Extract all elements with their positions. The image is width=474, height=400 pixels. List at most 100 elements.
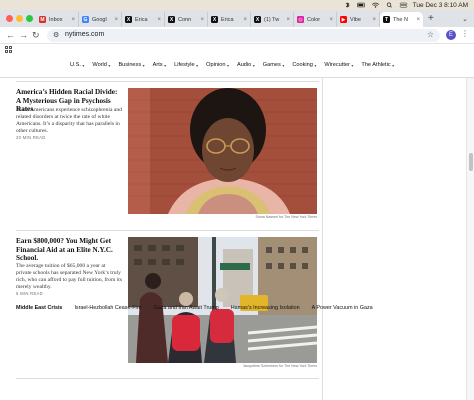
nyt-home-content: America’s Hidden Racial Divide: A Myster… (0, 78, 466, 400)
browser-tab[interactable]: X Erica × (122, 12, 165, 27)
scrollbar-thumb[interactable] (469, 153, 473, 171)
window-maximize-button[interactable] (26, 15, 33, 22)
tab-close-icon[interactable]: × (329, 17, 333, 23)
browser-tab-label: Vibe (350, 16, 361, 23)
nyt-nav-label: Wirecutter (324, 62, 350, 68)
nyt-nav-items: U.S. ▾ World ▾ Business ▾ Arts ▾ Lifestyle ▾ Opini… (70, 62, 394, 68)
chevron-down-icon: ▾ (108, 62, 111, 68)
reload-icon[interactable]: ↻ (32, 30, 40, 40)
bookmark-star-icon[interactable]: ☆ (427, 30, 434, 39)
nyt-nav-label: Arts (152, 62, 163, 68)
section-divider (16, 378, 319, 379)
trending-link[interactable]: Hamas’s Increasing Isolation (231, 305, 300, 311)
bluetooth-icon[interactable] (343, 2, 352, 8)
forward-arrow-icon[interactable]: → (19, 30, 28, 40)
nyt-nav-item[interactable]: Arts ▾ (153, 62, 166, 68)
browser-tab[interactable]: X (1) Tw × (251, 12, 294, 27)
story-photo-portrait[interactable] (128, 88, 317, 214)
new-tab-button[interactable]: + (428, 14, 434, 24)
search-icon[interactable] (385, 2, 394, 8)
tab-close-icon[interactable]: × (114, 17, 118, 23)
tab-close-icon[interactable]: × (200, 17, 204, 23)
tab-search-chevron-icon[interactable]: ⌄ (462, 15, 468, 23)
tab-close-icon[interactable]: × (286, 17, 290, 23)
control-center-icon[interactable] (399, 2, 408, 8)
nyt-section-nav: U.S. ▾ World ▾ Business ▾ Arts ▾ Lifestyle ▾ Opini… (0, 56, 474, 78)
instagram-icon: ◎ (297, 16, 304, 23)
browser-tab-label: Googl (92, 16, 107, 23)
nyt-nav-item[interactable]: U.S. ▾ (70, 62, 84, 68)
trending-link[interactable]: A Power Vacuum in Gaza (312, 305, 373, 311)
apps-grid-icon[interactable] (5, 46, 12, 53)
window-minimize-button[interactable] (16, 15, 23, 22)
window-close-button[interactable] (6, 15, 13, 22)
x-icon: X (125, 16, 132, 23)
menubar-datetime[interactable]: Tue Dec 3 8:10 AM (413, 2, 468, 9)
story-summary[interactable]: The average tuition of $65,000 a year at… (16, 263, 122, 291)
browser-tab[interactable]: M Inbox × (36, 12, 79, 27)
browser-tab-label: Erica (135, 16, 148, 23)
chevron-down-icon: ▾ (82, 62, 85, 68)
google-docs-icon: G (82, 16, 89, 23)
browser-tab-label: Erica (221, 16, 234, 23)
story-summary[interactable]: Black Americans experience schizophrenia… (16, 107, 122, 135)
nyt-icon: T (383, 16, 390, 23)
tab-close-icon[interactable]: × (157, 17, 161, 23)
browser-tab-label: Conn (178, 16, 192, 23)
nyt-nav-item[interactable]: World ▾ (92, 62, 110, 68)
trending-link[interactable]: Gaza and Iran Await Trump (154, 305, 219, 311)
browser-tab-label: Inbox (49, 16, 63, 23)
nyt-nav-label: Audio (236, 62, 252, 68)
x-icon: X (211, 16, 218, 23)
youtube-icon: ▶ (340, 16, 347, 23)
browser-tab[interactable]: G Googl × (79, 12, 122, 27)
section-divider (16, 230, 319, 231)
trending-heading[interactable]: Middle East Crisis (16, 305, 62, 311)
nyt-nav-item[interactable]: Games ▾ (263, 62, 285, 68)
browser-tab[interactable]: X Erica × (208, 12, 251, 27)
chevron-down-icon: ▾ (392, 62, 395, 68)
trending-link[interactable]: Israel-Hezbollah Cease-Fire (74, 305, 141, 311)
photo-credit: Sinna Nasseri for The New York Times (255, 215, 317, 219)
x-icon: X (254, 16, 261, 23)
browser-tab[interactable]: ▶ Vibe × (337, 12, 380, 27)
address-bar-url[interactable]: nytimes.com (65, 31, 104, 38)
browser-tab-label: (1) Tw (264, 16, 280, 23)
profile-avatar[interactable]: E (446, 30, 456, 40)
browser-tab-label: The N (393, 16, 408, 23)
back-arrow-icon[interactable]: ← (6, 30, 15, 40)
nyt-nav-label: World (92, 62, 107, 68)
nyt-nav-item[interactable]: Audio ▾ (237, 62, 255, 68)
nyt-nav-item[interactable]: Cooking ▾ (292, 62, 316, 68)
battery-icon[interactable] (356, 2, 366, 8)
story-photo-street[interactable] (128, 237, 317, 363)
browser-tab-strip: M Inbox × G Googl × X Erica × X Conn × X Erica × X (1) T… (0, 10, 474, 27)
page-scrollbar[interactable] (466, 78, 474, 400)
address-bar[interactable]: ⚙ nytimes.com ☆ (47, 29, 440, 42)
site-info-icon[interactable]: ⚙ (53, 31, 59, 39)
nyt-nav-label: Games (262, 62, 281, 68)
section-divider (16, 81, 319, 82)
nyt-nav-label: U.S. (70, 62, 81, 68)
story-headline[interactable]: Earn $800,000? You Might Get Financial A… (16, 237, 121, 263)
story-read-time: 5 MIN READ (16, 291, 43, 296)
nyt-nav-item[interactable]: Business ▾ (118, 62, 144, 68)
nyt-nav-item[interactable]: Wirecutter ▾ (324, 62, 353, 68)
nyt-nav-item[interactable]: The Athletic ▾ (361, 62, 394, 68)
tab-close-icon[interactable]: × (372, 17, 376, 23)
wifi-icon[interactable] (371, 2, 380, 8)
browser-tab[interactable]: T The N × (380, 12, 423, 27)
tab-close-icon[interactable]: × (71, 17, 75, 23)
browser-tab[interactable]: X Conn × (165, 12, 208, 27)
nyt-nav-item[interactable]: Opinion ▾ (206, 62, 229, 68)
browser-toolbar: ← → ↻ ⚙ nytimes.com ☆ E ⋮ (0, 27, 474, 44)
browser-tab[interactable]: ◎ Color × (294, 12, 337, 27)
bookmarks-bar (0, 44, 474, 56)
trending-links-bar: Middle East Crisis Israel-Hezbollah Ceas… (16, 305, 373, 311)
chevron-down-icon: ▾ (282, 62, 285, 68)
tab-close-icon[interactable]: × (416, 17, 420, 23)
nyt-nav-label: Lifestyle (174, 62, 195, 68)
nyt-nav-item[interactable]: Lifestyle ▾ (174, 62, 198, 68)
browser-menu-icon[interactable]: ⋮ (461, 29, 469, 38)
tab-close-icon[interactable]: × (243, 17, 247, 23)
